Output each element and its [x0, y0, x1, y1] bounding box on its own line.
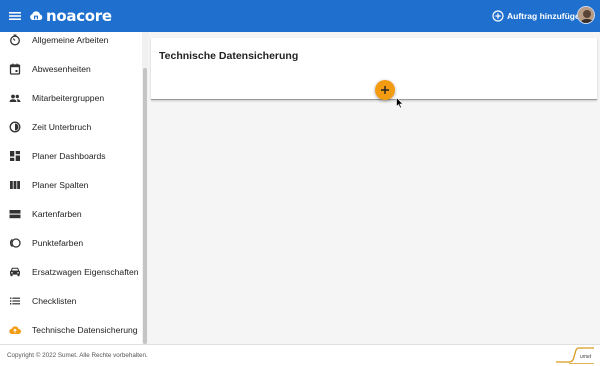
sidebar-item-checklisten[interactable]: Checklisten	[0, 290, 142, 312]
dashboard-icon	[10, 151, 20, 161]
sidebar-item-label: Mitarbeitergruppen	[32, 93, 105, 103]
sidebar-item-label: Kartenfarben	[32, 209, 82, 219]
calendar-icon	[9, 63, 21, 75]
sidebar-item-label: Technische Datensicherung	[32, 325, 138, 335]
main-content: Technische Datensicherung	[148, 32, 600, 344]
card-color-icon	[9, 210, 21, 219]
plus-circle-icon	[492, 10, 504, 22]
sidebar-item-label: Checklisten	[32, 296, 77, 306]
cloud-upload-icon	[9, 326, 21, 335]
brand-logo[interactable]: noacore	[29, 6, 112, 26]
sidebar-item-planer-dashboards[interactable]: Planer Dashboards	[0, 145, 142, 167]
timer-icon	[10, 34, 20, 46]
sidebar-item-ersatzwagen-eigenschaften[interactable]: Ersatzwagen Eigenschaften	[0, 261, 142, 283]
columns-icon	[10, 181, 20, 189]
sidebar-item-label: Allgemeine Arbeiten	[32, 35, 109, 45]
sidebar-item-kartenfarben[interactable]: Kartenfarben	[0, 203, 142, 225]
app-header: noacore Auftrag hinzufügen	[0, 0, 600, 32]
svg-text:umet: umet	[580, 354, 592, 360]
sidebar-item-mitarbeitergruppen[interactable]: Mitarbeitergruppen	[0, 87, 142, 109]
sidebar-item-label: Planer Dashboards	[32, 151, 106, 161]
sidebar-item-label: Zeit Unterbruch	[32, 122, 92, 132]
hamburger-menu-icon[interactable]	[8, 9, 22, 23]
brand-name: noacore	[46, 7, 112, 25]
sidebar-item-label: Planer Spalten	[32, 180, 89, 190]
avatar-image	[578, 7, 594, 23]
section-card: Technische Datensicherung	[151, 38, 597, 100]
page-title: Technische Datensicherung	[159, 50, 299, 62]
sidebar-nav: Allgemeine Arbeiten Abwesenheiten Mitarb…	[0, 32, 148, 344]
sidebar-item-label: Ersatzwagen Eigenschaften	[32, 267, 139, 277]
sidebar-item-zeit-unterbruch[interactable]: Zeit Unterbruch	[0, 116, 142, 138]
car-icon	[10, 267, 20, 277]
app-footer: Copyright © 2022 Sumet. Alle Rechte vorb…	[0, 344, 600, 366]
mouse-pointer-icon	[396, 97, 404, 109]
sidebar-item-planer-spalten[interactable]: Planer Spalten	[0, 174, 142, 196]
copyright-text: Copyright © 2022 Sumet. Alle Rechte vorb…	[7, 352, 148, 359]
plus-icon	[381, 86, 389, 94]
add-order-label: Auftrag hinzufügen	[507, 11, 585, 21]
sidebar-scrollbar-thumb[interactable]	[143, 68, 147, 344]
sidebar-item-punktefarben[interactable]: Punktefarben	[0, 232, 142, 254]
sidebar-item-label: Abwesenheiten	[32, 64, 91, 74]
sidebar-item-abwesenheiten[interactable]: Abwesenheiten	[0, 58, 142, 80]
sidebar-item-allgemeine-arbeiten[interactable]: Allgemeine Arbeiten	[0, 32, 142, 51]
add-backup-button[interactable]	[375, 80, 395, 100]
cloud-logo-icon	[30, 11, 43, 20]
people-icon	[9, 94, 21, 102]
sidebar-item-label: Punktefarben	[32, 238, 84, 248]
clock-half-icon	[9, 121, 21, 133]
add-order-button[interactable]: Auftrag hinzufügen	[492, 8, 585, 24]
user-avatar[interactable]	[577, 6, 595, 24]
dots-color-icon	[10, 238, 21, 248]
sumet-logo: umet	[556, 347, 594, 364]
sidebar-item-technische-datensicherung[interactable]: Technische Datensicherung	[0, 319, 142, 341]
list-icon	[10, 297, 20, 305]
